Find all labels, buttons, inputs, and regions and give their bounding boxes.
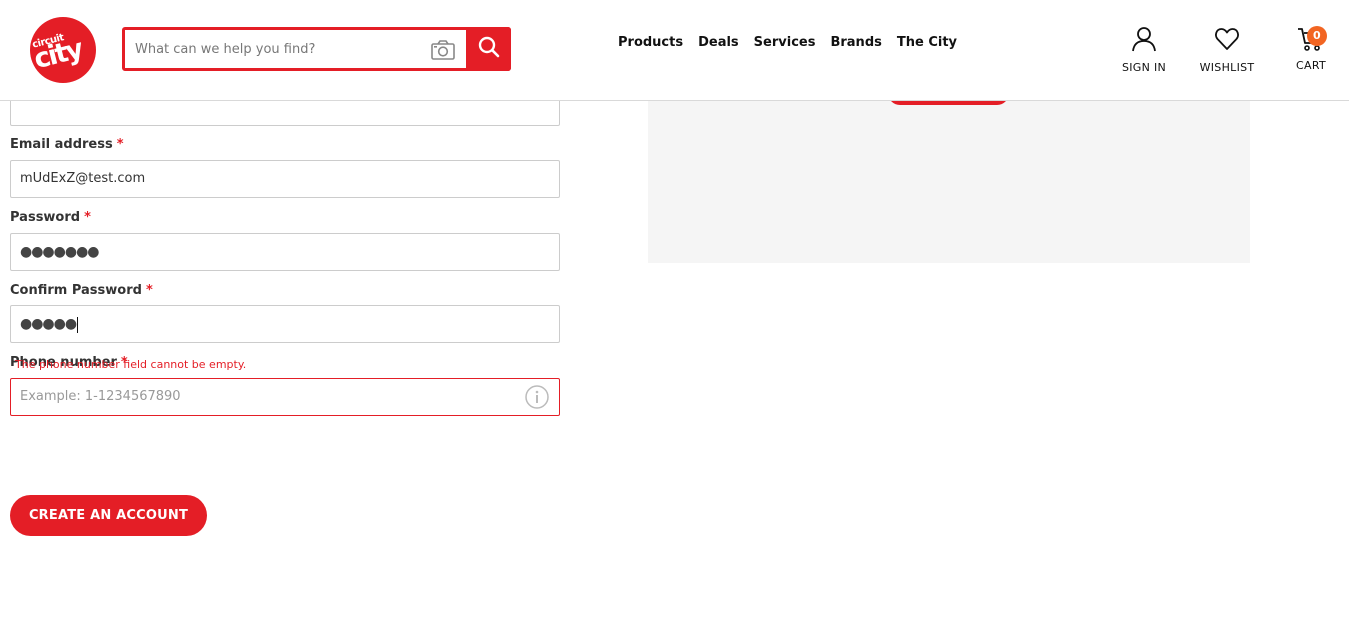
nav-services[interactable]: Services xyxy=(754,35,816,50)
search-icon xyxy=(478,36,500,62)
password-label: Password * xyxy=(10,210,91,225)
camera-icon[interactable] xyxy=(430,39,456,61)
email-label: Email address * xyxy=(10,137,124,152)
nav-deals[interactable]: Deals xyxy=(698,35,739,50)
circuit-city-logo[interactable]: circuit city ® xyxy=(30,17,96,83)
main-nav: Products Deals Services Brands The City xyxy=(618,35,957,50)
search-bar xyxy=(122,27,511,71)
wishlist-label: WISHLIST xyxy=(1199,61,1255,74)
phone-input[interactable] xyxy=(20,379,500,414)
create-account-button[interactable]: CREATE AN ACCOUNT xyxy=(10,495,207,536)
cart-count-badge: 0 xyxy=(1307,26,1327,46)
sign-in-label: SIGN IN xyxy=(1121,61,1167,74)
text-cursor xyxy=(77,316,79,333)
email-value: mUdExZ@test.com xyxy=(20,171,146,186)
search-input[interactable] xyxy=(135,37,415,61)
wishlist-link[interactable]: WISHLIST xyxy=(1197,26,1257,74)
nav-products[interactable]: Products xyxy=(618,35,683,50)
nav-the-city[interactable]: The City xyxy=(897,35,957,50)
side-panel xyxy=(648,100,1250,263)
site-header: circuit city ® Products Deals Service xyxy=(0,0,1349,101)
heart-icon xyxy=(1214,28,1240,55)
cart-label: CART xyxy=(1296,59,1326,72)
search-button[interactable] xyxy=(466,27,511,71)
info-icon[interactable] xyxy=(525,385,549,409)
cart-link[interactable]: 0 CART xyxy=(1290,26,1332,72)
password-value: ●●●●●●● xyxy=(20,244,100,260)
nav-brands[interactable]: Brands xyxy=(830,35,881,50)
confirm-password-label: Confirm Password * xyxy=(10,283,153,298)
phone-field xyxy=(10,378,560,416)
phone-error-message: The phone number field cannot be empty. xyxy=(15,358,247,371)
user-icon xyxy=(1131,27,1157,55)
confirm-password-value: ●●●●● xyxy=(20,316,77,332)
password-field[interactable]: ●●●●●●● xyxy=(10,233,560,271)
confirm-password-field[interactable]: ●●●●● xyxy=(10,305,560,343)
email-field[interactable]: mUdExZ@test.com xyxy=(10,160,560,198)
sign-in-link[interactable]: SIGN IN xyxy=(1118,26,1170,74)
